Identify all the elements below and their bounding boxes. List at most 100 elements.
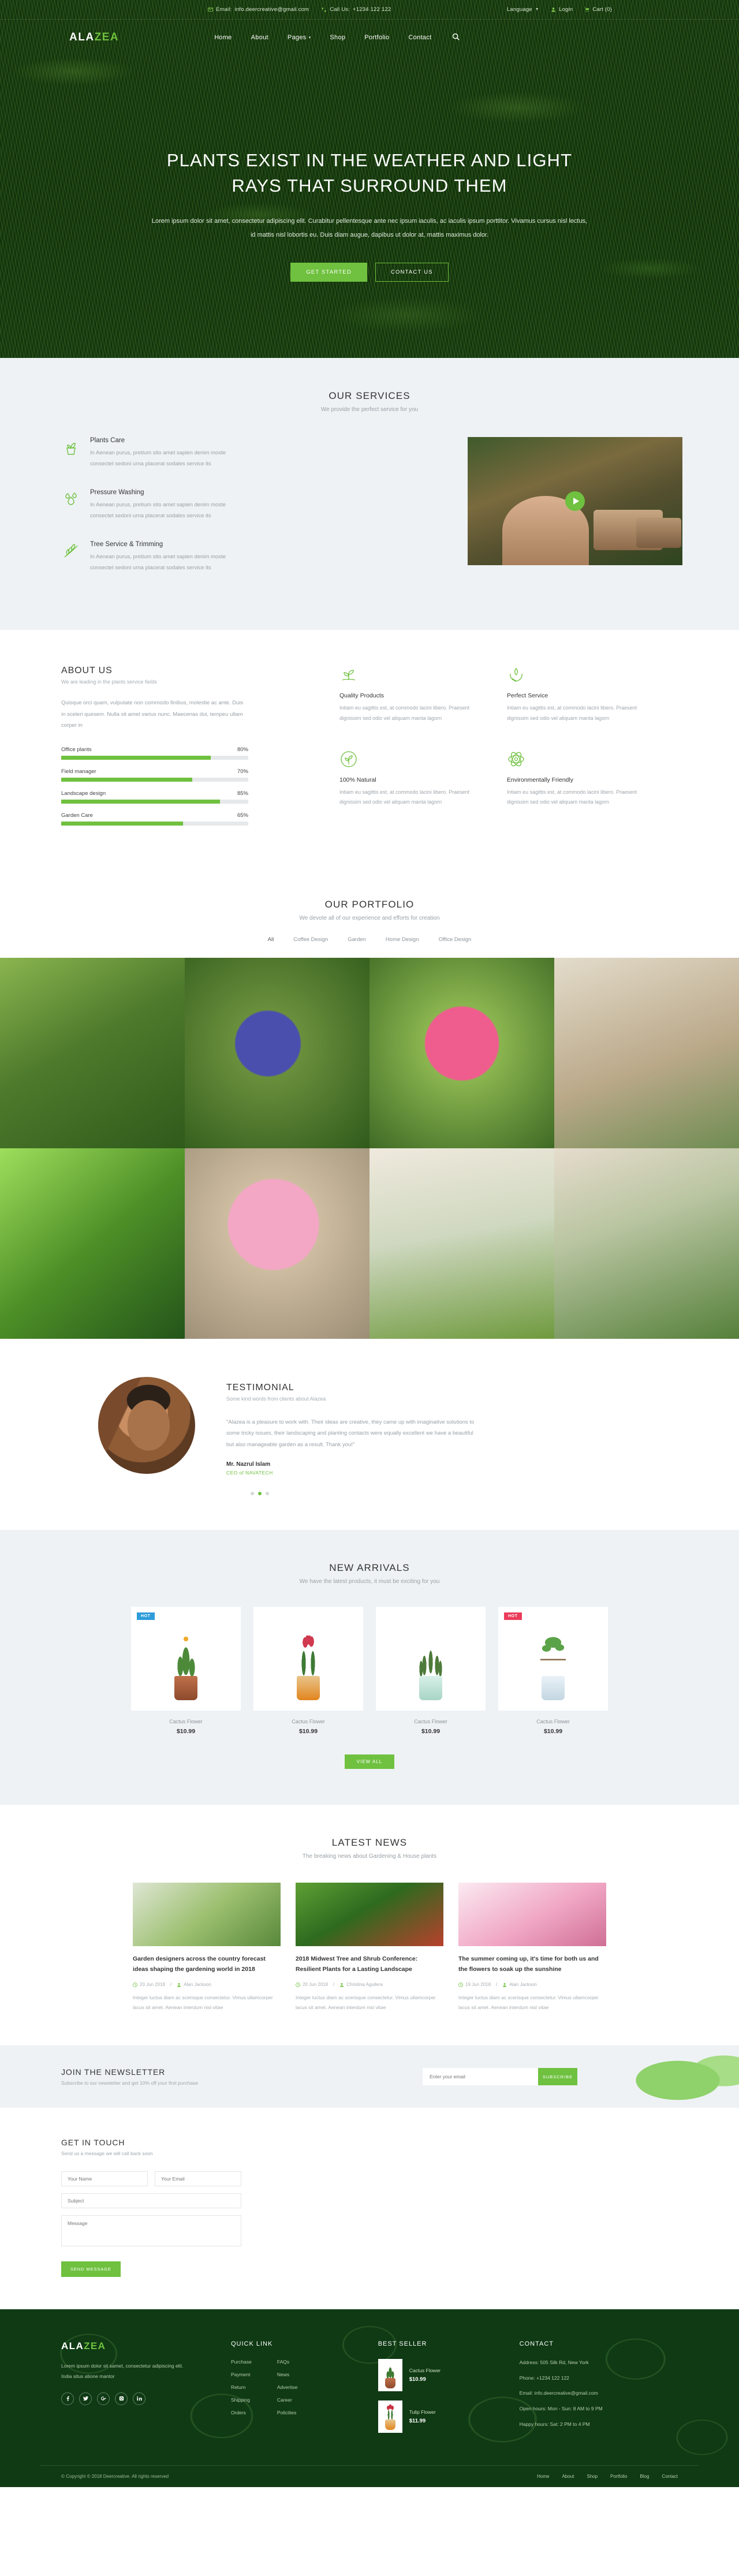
portfolio-item-window-plants[interactable] <box>370 1148 554 1339</box>
product-card[interactable]: HOT Cactus Flower $10.99 <box>131 1607 241 1735</box>
facebook-icon[interactable] <box>61 2392 74 2405</box>
portfolio-item-garden-path[interactable] <box>0 957 185 1148</box>
nav-item-portfolio[interactable]: Portfolio <box>364 34 389 41</box>
google-plus-icon[interactable] <box>97 2392 110 2405</box>
topbar-email[interactable]: Email: info.deercreative@gmail.com <box>208 6 309 13</box>
skill-row-office-plants: Office plants 80% <box>61 746 248 760</box>
filter-coffee-design[interactable]: Coffee Design <box>293 936 328 943</box>
quick-link-purchase[interactable]: Purchase <box>231 2359 252 2365</box>
play-button[interactable] <box>565 491 585 511</box>
topbar-phone[interactable]: Call Us: +1234 122 122 <box>322 6 391 13</box>
plant-leaves <box>540 1636 566 1679</box>
language-selector[interactable]: Language ▼ <box>507 6 539 13</box>
portfolio-item-grape-hyacinth[interactable] <box>185 957 370 1148</box>
news-card[interactable]: The summer coming up, it's time for both… <box>458 1883 606 2012</box>
footer-logo[interactable]: ALAZEA <box>61 2340 231 2352</box>
hero-content: PLANTS EXIST IN THE WEATHER AND LIGHT RA… <box>0 55 739 282</box>
login-link[interactable]: Login <box>551 6 573 13</box>
services-subtitle: We provide the perfect service for you <box>320 406 419 413</box>
quick-link-orders[interactable]: Orders <box>231 2410 252 2416</box>
services-video-thumbnail[interactable] <box>468 437 682 565</box>
carousel-dot-3[interactable] <box>266 1492 269 1496</box>
contact-name-input[interactable] <box>61 2171 148 2187</box>
get-started-button[interactable]: GET STARTED <box>290 263 367 282</box>
carousel-dot-1[interactable] <box>251 1492 254 1496</box>
instagram-icon[interactable] <box>115 2392 128 2405</box>
site-logo[interactable]: ALAZEA <box>69 31 119 44</box>
plant-leaves <box>418 1636 443 1679</box>
quick-link-return[interactable]: Return <box>231 2384 252 2390</box>
quick-link-career[interactable]: Career <box>277 2397 297 2403</box>
skill-fill <box>61 777 192 782</box>
social-links <box>61 2392 231 2405</box>
contact-us-button[interactable]: CONTACT US <box>375 263 449 282</box>
filter-office-design[interactable]: Office Design <box>438 936 471 943</box>
portfolio-item-green-fern[interactable] <box>0 1148 185 1339</box>
footer-nav-about[interactable]: About <box>562 2474 574 2479</box>
service-item-pressure-washing[interactable]: Pressure Washing In Aenean purus, pretiu… <box>61 489 271 521</box>
product-card[interactable]: HOT Cactus Flower $10.99 <box>498 1607 608 1735</box>
quick-link-faqs[interactable]: FAQs <box>277 2359 297 2365</box>
search-button[interactable] <box>452 33 460 42</box>
news-card[interactable]: 2018 Midwest Tree and Shrub Conference: … <box>296 1883 443 2012</box>
quick-link-payment[interactable]: Payment <box>231 2372 252 2377</box>
contact-subject-input[interactable] <box>61 2193 241 2209</box>
footer-nav-portfolio[interactable]: Portfolio <box>610 2474 627 2479</box>
skill-fill <box>61 821 183 826</box>
news-card[interactable]: Garden designers across the country fore… <box>133 1883 281 2012</box>
best-seller-item[interactable]: Tulip Flower $11.99 <box>378 2400 520 2433</box>
hero-title: PLANTS EXIST IN THE WEATHER AND LIGHT RA… <box>166 150 573 196</box>
product-card[interactable]: Cactus Flower $10.99 <box>376 1607 486 1735</box>
footer-nav-blog[interactable]: Blog <box>640 2474 649 2479</box>
newsletter-email-input[interactable] <box>423 2068 538 2086</box>
feature-title: Perfect Service <box>507 692 548 700</box>
best-seller-item[interactable]: Cactus Flower $10.99 <box>378 2359 520 2392</box>
contact-message-textarea[interactable] <box>61 2215 241 2247</box>
portfolio-item-hanging-plant[interactable] <box>554 1148 739 1339</box>
carousel-dot-2[interactable] <box>258 1492 262 1496</box>
footer-nav-home[interactable]: Home <box>537 2474 549 2479</box>
services-section: OUR SERVICES We provide the perfect serv… <box>0 358 739 630</box>
plant-leaves <box>173 1636 199 1679</box>
nav-item-contact[interactable]: Contact <box>408 34 431 41</box>
portfolio-item-indoor-plants[interactable] <box>554 957 739 1148</box>
news-date-text: 20 Jun 2018 <box>303 1982 329 1987</box>
nav-item-shop[interactable]: Shop <box>330 34 345 41</box>
filter-garden[interactable]: Garden <box>348 936 366 943</box>
portfolio-item-pink-dahlia[interactable] <box>370 957 554 1148</box>
product-card[interactable]: Cactus Flower $10.99 <box>253 1607 363 1735</box>
subscribe-button[interactable]: SUBSCRIBE <box>538 2068 577 2086</box>
quick-link-shipping[interactable]: Shipping <box>231 2397 252 2403</box>
phone-icon <box>322 8 327 12</box>
send-message-button[interactable]: SEND MESSAGE <box>61 2261 121 2278</box>
news-meta-sep: / <box>496 1982 498 1987</box>
user-icon <box>551 8 555 12</box>
nav-item-home[interactable]: Home <box>214 34 232 41</box>
user-icon <box>503 1983 507 1987</box>
quick-link-news[interactable]: News <box>277 2372 297 2377</box>
portfolio-item-pink-peonies[interactable] <box>185 1148 370 1339</box>
filter-all[interactable]: All <box>268 936 274 943</box>
service-item-tree-service[interactable]: Tree Service & Trimming In Aenean purus,… <box>61 541 271 573</box>
cactus-plant-graphic <box>165 1631 207 1701</box>
cart-link[interactable]: Cart (0) <box>584 6 612 13</box>
news-grid: Garden designers across the country fore… <box>0 1883 739 2012</box>
footer-nav-contact[interactable]: Contact <box>662 2474 678 2479</box>
nav-item-about[interactable]: About <box>251 34 268 41</box>
user-icon <box>177 1983 181 1987</box>
filter-home-design[interactable]: Home Design <box>386 936 419 943</box>
nav-item-pages[interactable]: Pages ▾ <box>288 34 311 41</box>
product-image <box>376 1607 486 1711</box>
quick-link-policities[interactable]: Policities <box>277 2410 297 2416</box>
twitter-icon[interactable] <box>79 2392 92 2405</box>
quick-link-advertise[interactable]: Advertise <box>277 2384 297 2390</box>
news-author: Alan Jackson <box>502 1982 537 1987</box>
footer-nav-shop[interactable]: Shop <box>587 2474 598 2479</box>
topbar-phone-value: +1234 122 122 <box>353 6 391 13</box>
linkedin-icon[interactable] <box>133 2392 145 2405</box>
nav-label-shop: Shop <box>330 34 346 41</box>
testimonial-pagination <box>0 1492 699 1496</box>
service-item-plants-care[interactable]: Plants Care In Aenean purus, pretium sit… <box>61 437 271 469</box>
view-all-button[interactable]: VIEW ALL <box>345 1754 394 1769</box>
contact-email-input[interactable] <box>155 2171 241 2187</box>
